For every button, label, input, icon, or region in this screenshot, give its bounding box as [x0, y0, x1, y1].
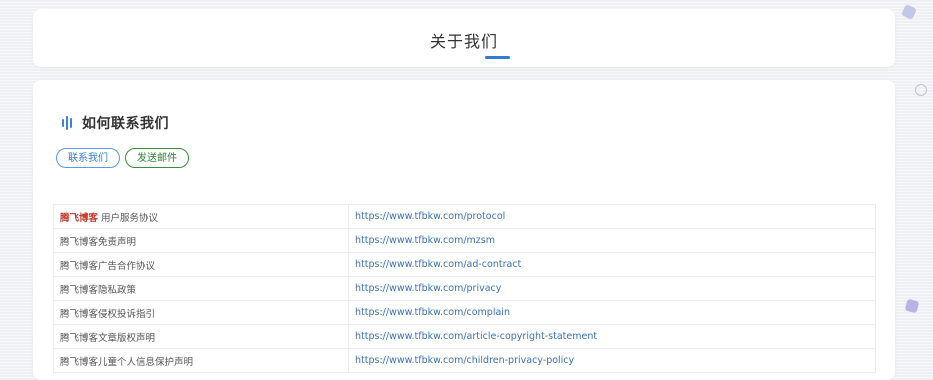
policy-url-link[interactable]: https://www.tfbkw.com/mzsm: [348, 228, 876, 253]
policy-url-link[interactable]: https://www.tfbkw.com/article-copyright-…: [348, 324, 876, 349]
policy-url-link[interactable]: https://www.tfbkw.com/ad-contract: [348, 252, 876, 277]
policy-name: 用户服务协议: [101, 212, 159, 224]
policy-url-link[interactable]: https://www.tfbkw.com/protocol: [348, 204, 876, 229]
contact-section-card: 如何联系我们 联系我们 发送邮件 腾飞博客 用户服务协议 https://www…: [33, 80, 895, 380]
table-row: 腾飞博客广告合作协议 https://www.tfbkw.com/ad-cont…: [53, 252, 876, 277]
table-row: 腾飞博客侵权投诉指引 https://www.tfbkw.com/complai…: [53, 300, 876, 325]
decorative-square-icon: [901, 4, 917, 20]
policy-url-link[interactable]: https://www.tfbkw.com/complain: [348, 300, 876, 325]
policy-name-cell: 腾飞博客隐私政策: [53, 276, 349, 301]
title-underline: [485, 56, 510, 59]
table-row: 腾飞博客 用户服务协议 https://www.tfbkw.com/protoc…: [53, 204, 876, 229]
decorative-square-icon: [904, 298, 920, 314]
section-heading: 如何联系我们: [62, 113, 169, 133]
table-row: 腾飞博客免责声明 https://www.tfbkw.com/mzsm: [53, 228, 876, 253]
contact-us-button[interactable]: 联系我们: [56, 148, 120, 168]
page-header-card: 关于我们: [33, 9, 895, 67]
policy-name-cell: 腾飞博客文章版权声明: [53, 324, 349, 349]
table-row: 腾飞博客隐私政策 https://www.tfbkw.com/privacy: [53, 276, 876, 301]
section-title: 如何联系我们: [82, 116, 169, 132]
policy-url-link[interactable]: https://www.tfbkw.com/children-privacy-p…: [348, 348, 876, 373]
policy-name-cell: 腾飞博客 用户服务协议: [53, 204, 349, 229]
policy-url-link[interactable]: https://www.tfbkw.com/privacy: [348, 276, 876, 301]
policy-links-table: 腾飞博客 用户服务协议 https://www.tfbkw.com/protoc…: [53, 204, 876, 373]
table-row: 腾飞博客儿童个人信息保护声明 https://www.tfbkw.com/chi…: [53, 348, 876, 373]
page-title: 关于我们: [429, 32, 498, 51]
table-row: 腾飞博客文章版权声明 https://www.tfbkw.com/article…: [53, 324, 876, 349]
policy-name-cell: 腾飞博客侵权投诉指引: [53, 300, 349, 325]
policy-name-cell: 腾飞博客免责声明: [53, 228, 349, 253]
policy-name-cell: 腾飞博客儿童个人信息保护声明: [53, 348, 349, 373]
send-email-button[interactable]: 发送邮件: [125, 148, 189, 168]
brand-name: 腾飞博客: [60, 212, 99, 224]
policy-name-cell: 腾飞博客广告合作协议: [53, 252, 349, 277]
audio-bars-icon: [62, 116, 74, 130]
decorative-circle-icon: [915, 84, 927, 96]
